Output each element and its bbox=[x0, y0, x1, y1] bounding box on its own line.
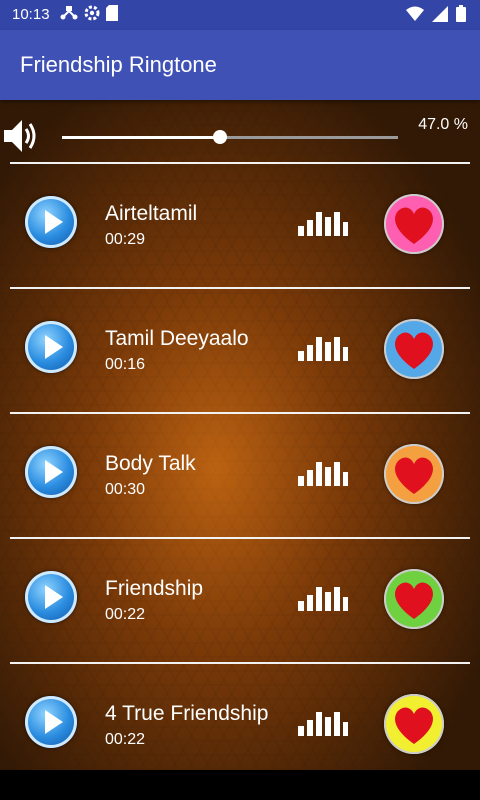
network-tree-icon bbox=[60, 5, 78, 25]
status-time: 10:13 bbox=[12, 6, 50, 23]
song-title: Friendship bbox=[105, 577, 204, 600]
ringtone-list-area: 47.0 % Airteltamil 00:29 Tamil Deeyaalo … bbox=[0, 100, 480, 770]
song-duration: 00:22 bbox=[105, 731, 146, 748]
song-row[interactable]: 4 True Friendship 00:22 bbox=[0, 664, 480, 770]
volume-slider-thumb[interactable] bbox=[212, 130, 227, 144]
favorite-heart-button[interactable] bbox=[384, 319, 444, 379]
song-duration: 00:30 bbox=[105, 481, 146, 498]
navigation-bar bbox=[0, 770, 480, 800]
sd-card-icon bbox=[106, 5, 118, 25]
heart-icon bbox=[395, 707, 433, 744]
song-title: Airteltamil bbox=[105, 202, 198, 225]
song-row[interactable]: Tamil Deeyaalo 00:16 bbox=[0, 289, 480, 412]
settings-gear-icon bbox=[84, 5, 100, 25]
heart-icon bbox=[395, 457, 433, 494]
status-bar: 10:13 bbox=[0, 0, 480, 30]
volume-slider-fill bbox=[62, 136, 220, 139]
song-duration: 00:29 bbox=[105, 231, 146, 248]
equalizer-icon[interactable] bbox=[298, 458, 348, 491]
play-icon bbox=[45, 335, 63, 359]
play-button[interactable] bbox=[25, 446, 77, 498]
wifi-icon bbox=[406, 6, 424, 26]
play-icon bbox=[45, 460, 63, 484]
app-bar: Friendship Ringtone bbox=[0, 30, 480, 100]
speaker-volume-icon[interactable] bbox=[2, 116, 40, 161]
song-title: Tamil Deeyaalo bbox=[105, 327, 249, 350]
equalizer-icon[interactable] bbox=[298, 583, 348, 616]
volume-control: 47.0 % bbox=[0, 100, 480, 162]
favorite-heart-button[interactable] bbox=[384, 444, 444, 504]
play-icon bbox=[45, 585, 63, 609]
battery-icon bbox=[456, 5, 466, 26]
play-button[interactable] bbox=[25, 321, 77, 373]
signal-icon bbox=[432, 5, 448, 26]
heart-icon bbox=[395, 582, 433, 619]
song-title: Body Talk bbox=[105, 452, 196, 475]
song-duration: 00:16 bbox=[105, 356, 146, 373]
favorite-heart-button[interactable] bbox=[384, 694, 444, 754]
play-button[interactable] bbox=[25, 571, 77, 623]
play-icon bbox=[45, 710, 63, 734]
favorite-heart-button[interactable] bbox=[384, 194, 444, 254]
equalizer-icon[interactable] bbox=[298, 208, 348, 241]
volume-slider[interactable] bbox=[62, 130, 398, 144]
play-button[interactable] bbox=[25, 196, 77, 248]
song-duration: 00:22 bbox=[105, 606, 146, 623]
heart-icon bbox=[395, 332, 433, 369]
equalizer-icon[interactable] bbox=[298, 333, 348, 366]
equalizer-icon[interactable] bbox=[298, 708, 348, 741]
song-row[interactable]: Airteltamil 00:29 bbox=[0, 164, 480, 287]
song-row[interactable]: Body Talk 00:30 bbox=[0, 414, 480, 537]
song-row[interactable]: Friendship 00:22 bbox=[0, 539, 480, 662]
volume-percent-label: 47.0 % bbox=[418, 116, 468, 133]
play-button[interactable] bbox=[25, 696, 77, 748]
app-title: Friendship Ringtone bbox=[20, 52, 217, 77]
heart-icon bbox=[395, 207, 433, 244]
song-title: 4 True Friendship bbox=[105, 702, 269, 725]
favorite-heart-button[interactable] bbox=[384, 569, 444, 629]
play-icon bbox=[45, 210, 63, 234]
